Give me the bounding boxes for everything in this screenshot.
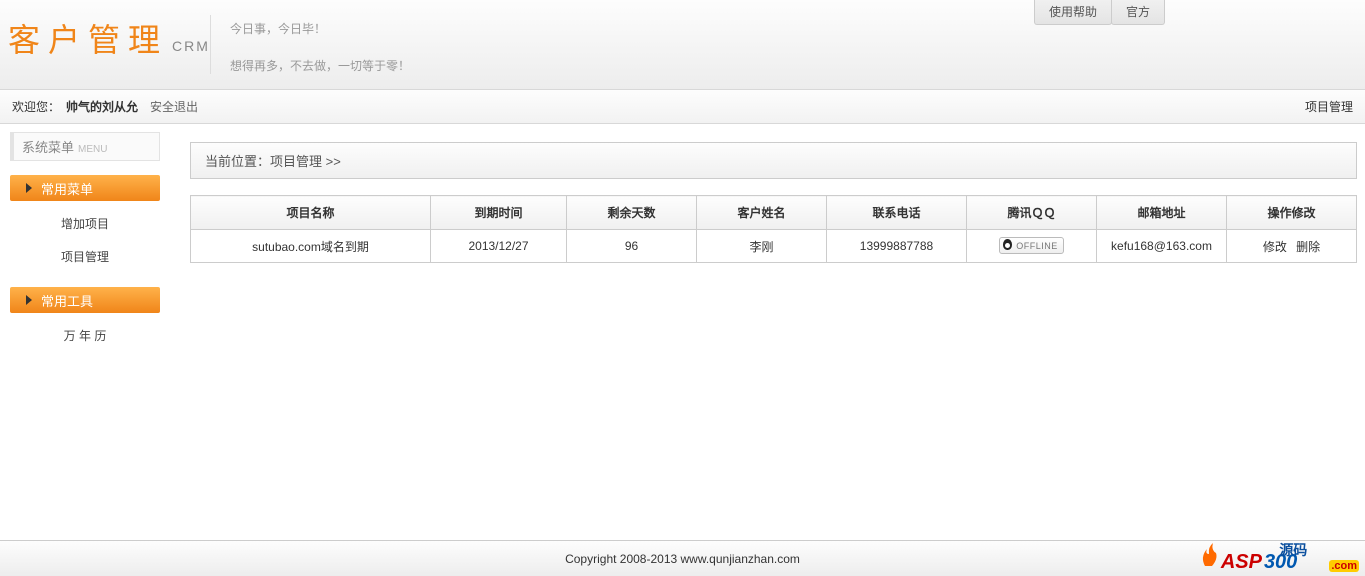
cell-name: sutubao.com域名到期 xyxy=(191,230,431,263)
menu-cat-label: 常用菜单 xyxy=(41,179,93,198)
divider xyxy=(210,15,211,74)
welcome-label: 欢迎您： xyxy=(12,98,60,115)
official-link[interactable]: 官方 xyxy=(1111,0,1165,25)
arrow-icon xyxy=(26,295,32,305)
project-mgmt-link[interactable]: 项目管理 xyxy=(1305,100,1353,114)
menu-items-2: 万 年 历 xyxy=(10,313,160,362)
copyright: Copyright 2008-2013 www.qunjianzhan.com xyxy=(565,552,800,566)
slogan-line1: 今日事，今日毕！ xyxy=(230,20,410,39)
breadcrumb: 当前位置：项目管理 >> xyxy=(190,142,1357,179)
sidebar-item-project-mgmt[interactable]: 项目管理 xyxy=(10,240,160,273)
qq-status-text: OFFLINE xyxy=(1016,241,1058,251)
slogan: 今日事，今日毕！ 想得再多，不去做，一切等于零！ xyxy=(230,20,410,76)
table-row: sutubao.com域名到期 2013/12/27 96 李刚 1399988… xyxy=(191,230,1357,263)
menu-cat-tools[interactable]: 常用工具 xyxy=(10,287,160,313)
logout-link[interactable]: 安全退出 xyxy=(150,98,198,115)
cell-actions: 修改 删除 xyxy=(1227,230,1357,263)
logo: 客户管理 CRM xyxy=(8,15,210,61)
flame-icon xyxy=(1199,542,1219,568)
cell-expire: 2013/12/27 xyxy=(431,230,567,263)
welcome-right: 项目管理 xyxy=(1305,98,1353,115)
delete-link[interactable]: 删除 xyxy=(1296,240,1320,254)
header: 使用帮助 官方 客户管理 CRM 今日事，今日毕！ 想得再多，不去做，一切等于零… xyxy=(0,0,1365,90)
logo-text: 客户管理 xyxy=(8,15,168,61)
th-actions: 操作修改 xyxy=(1227,196,1357,230)
cell-phone: 13999887788 xyxy=(827,230,967,263)
wm-asp: ASP xyxy=(1221,551,1262,574)
sidebar: 系统菜单 MENU 常用菜单 增加项目 项目管理 常用工具 万 年 历 xyxy=(0,124,170,540)
edit-link[interactable]: 修改 xyxy=(1263,240,1287,254)
help-link[interactable]: 使用帮助 xyxy=(1034,0,1112,25)
qq-offline-badge[interactable]: OFFLINE xyxy=(999,237,1064,254)
qq-penguin-icon xyxy=(1002,239,1013,252)
welcome-user: 帅气的刘从允 xyxy=(66,98,138,115)
logo-sub: CRM xyxy=(172,38,210,54)
th-name: 项目名称 xyxy=(191,196,431,230)
arrow-icon xyxy=(26,183,32,193)
footer: Copyright 2008-2013 www.qunjianzhan.com xyxy=(0,540,1365,576)
menu-cat-label: 常用工具 xyxy=(41,291,93,310)
th-email: 邮箱地址 xyxy=(1097,196,1227,230)
wm-dot: .com xyxy=(1329,560,1359,572)
th-qq: 腾讯ＱＱ xyxy=(967,196,1097,230)
th-phone: 联系电话 xyxy=(827,196,967,230)
sidebar-item-add-project[interactable]: 增加项目 xyxy=(10,207,160,240)
content: 当前位置：项目管理 >> 项目名称 到期时间 剩余天数 客户姓名 联系电话 腾讯… xyxy=(170,124,1365,540)
sys-menu-cn: 系统菜单 xyxy=(22,137,74,156)
sys-menu-en: MENU xyxy=(78,144,107,155)
th-customer: 客户姓名 xyxy=(697,196,827,230)
th-expire: 到期时间 xyxy=(431,196,567,230)
cell-email: kefu168@163.com xyxy=(1097,230,1227,263)
watermark: ASP 300 源码 .com xyxy=(1199,548,1359,574)
welcome-left: 欢迎您： 帅气的刘从允 安全退出 xyxy=(12,98,198,115)
sidebar-item-calendar[interactable]: 万 年 历 xyxy=(10,319,160,352)
cell-qq[interactable]: OFFLINE xyxy=(967,230,1097,263)
main: 系统菜单 MENU 常用菜单 增加项目 项目管理 常用工具 万 年 历 当前位置… xyxy=(0,124,1365,540)
menu-items-1: 增加项目 项目管理 xyxy=(10,201,160,283)
top-links: 使用帮助 官方 xyxy=(1035,0,1165,25)
th-days: 剩余天数 xyxy=(567,196,697,230)
menu-cat-common[interactable]: 常用菜单 xyxy=(10,175,160,201)
project-table: 项目名称 到期时间 剩余天数 客户姓名 联系电话 腾讯ＱＱ 邮箱地址 操作修改 … xyxy=(190,195,1357,263)
cell-days: 96 xyxy=(567,230,697,263)
slogan-line2: 想得再多，不去做，一切等于零！ xyxy=(230,57,410,76)
wm-cn: 源码 xyxy=(1279,540,1307,560)
welcome-bar: 欢迎您： 帅气的刘从允 安全退出 项目管理 xyxy=(0,90,1365,124)
table-header-row: 项目名称 到期时间 剩余天数 客户姓名 联系电话 腾讯ＱＱ 邮箱地址 操作修改 xyxy=(191,196,1357,230)
sys-menu-title: 系统菜单 MENU xyxy=(10,132,160,161)
cell-customer: 李刚 xyxy=(697,230,827,263)
